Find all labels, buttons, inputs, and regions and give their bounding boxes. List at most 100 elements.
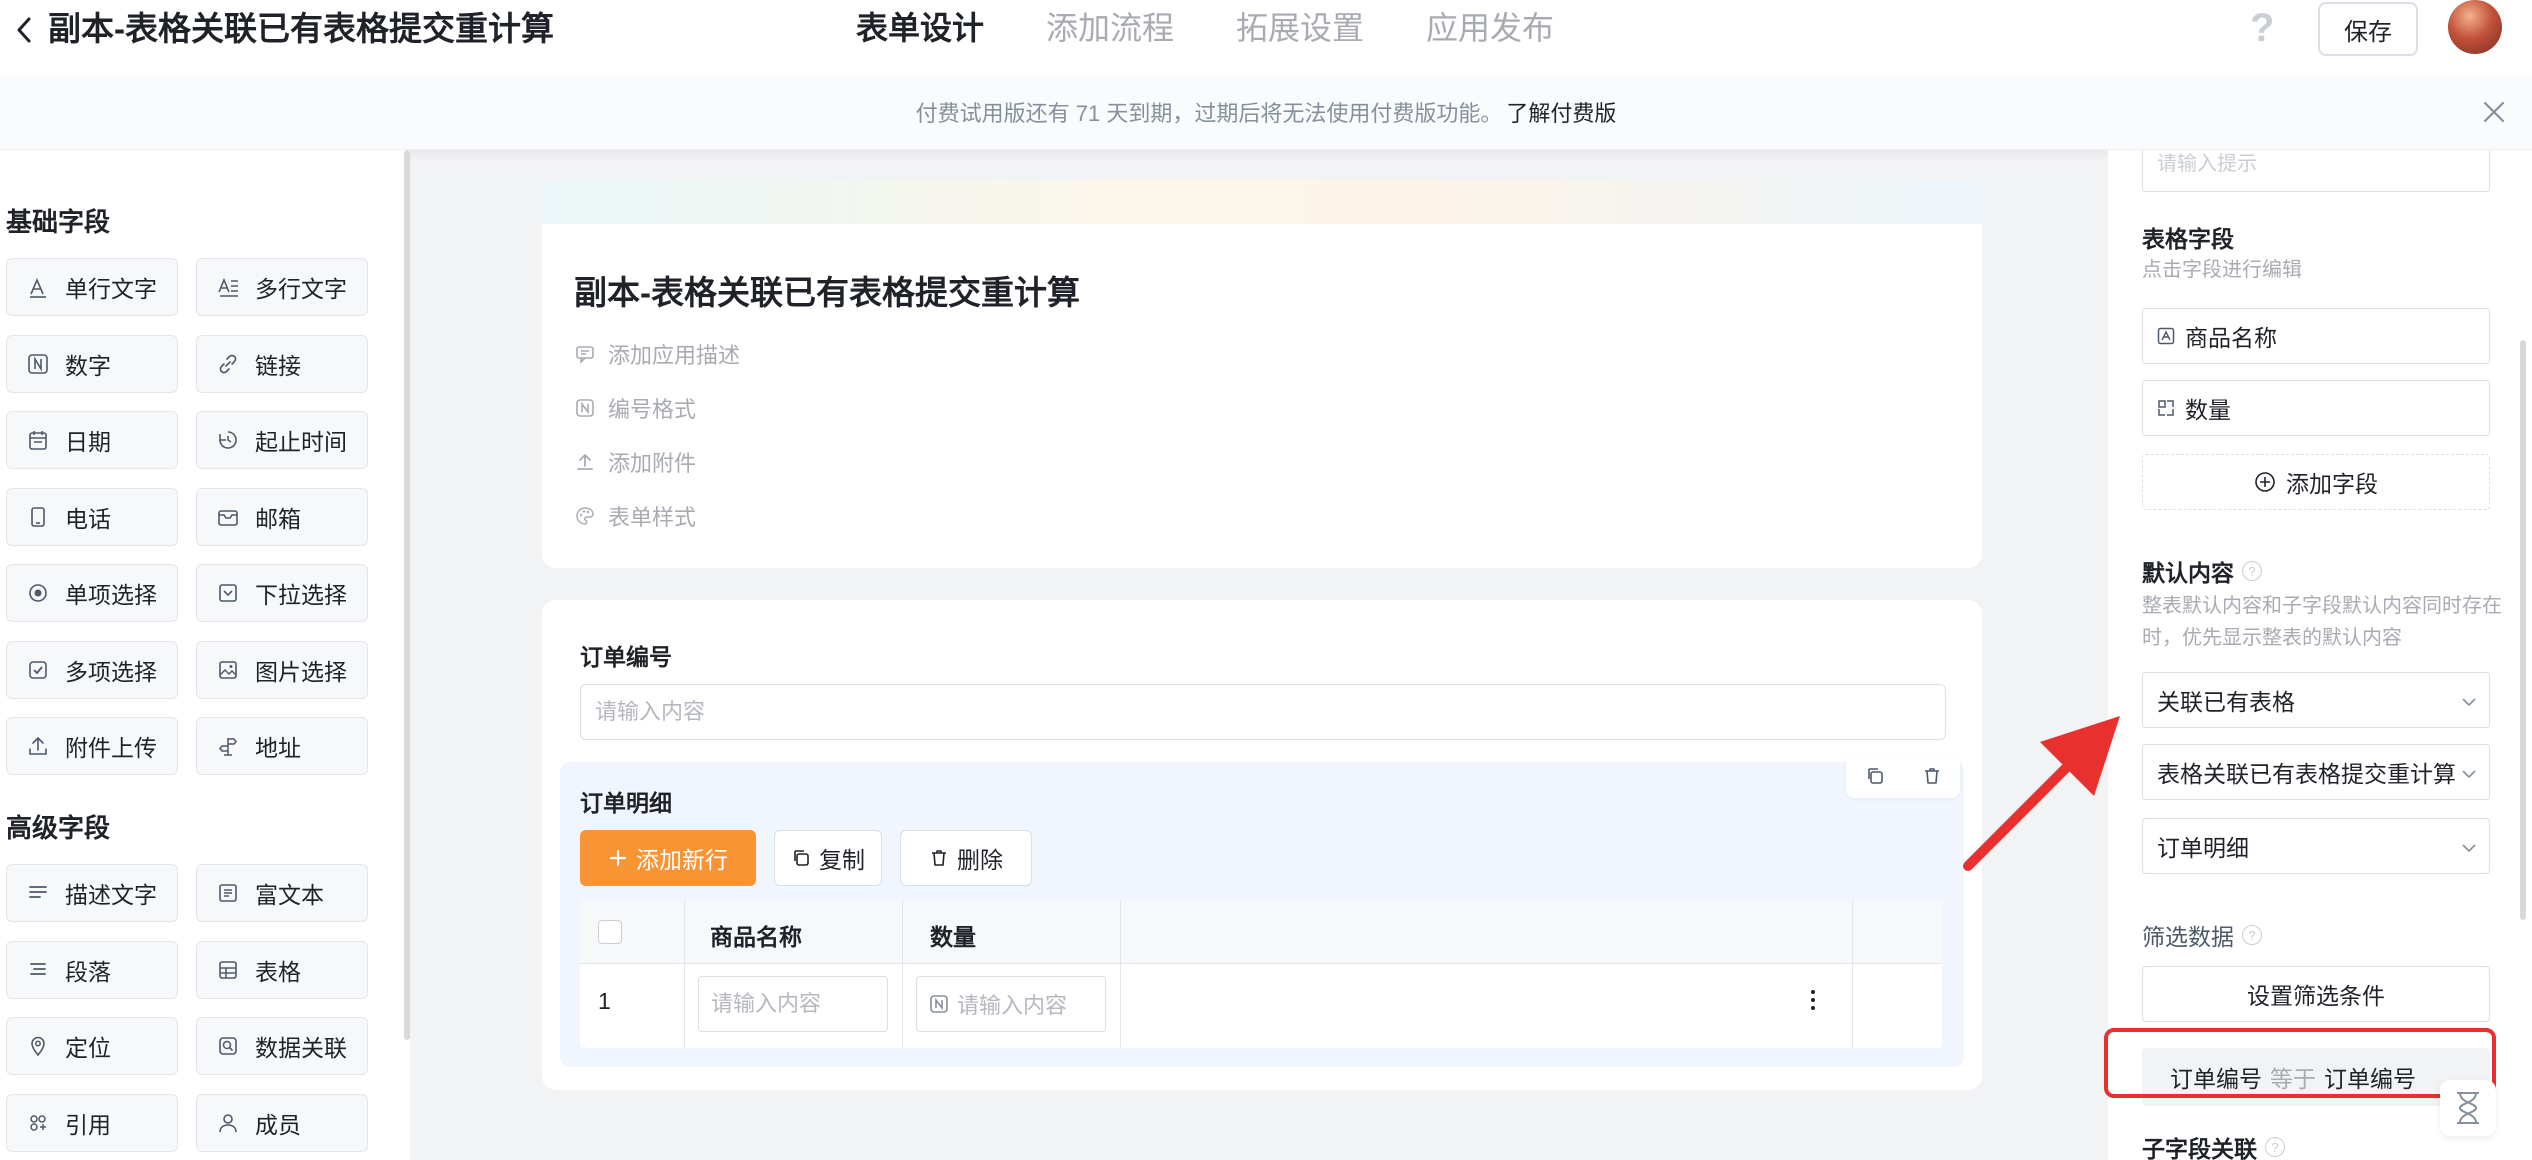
form-banner	[542, 180, 1982, 224]
advanced-field-button[interactable]: 富文本	[196, 864, 368, 922]
table-field-quantity[interactable]: 数量	[2142, 380, 2490, 436]
question-icon[interactable]: ?	[2242, 925, 2262, 945]
column-header-product: 商品名称	[710, 924, 802, 950]
basic-field-button[interactable]: 日期	[6, 411, 178, 469]
help-icon[interactable]: ?	[2250, 6, 2274, 51]
basic-field-button[interactable]: 地址	[196, 717, 368, 775]
text-field-icon	[2157, 327, 2175, 345]
number-format-label: 编号格式	[608, 397, 697, 422]
basic-field-button[interactable]: 附件上传	[6, 717, 178, 775]
filter-left-field: 订单编号	[2170, 1066, 2262, 1092]
advanced-field-button[interactable]: 成员	[196, 1093, 368, 1152]
table-field-label: 数量	[2185, 397, 2231, 423]
advanced-field-button[interactable]: 数据关联	[196, 1017, 368, 1075]
basic-field-button[interactable]: 多行文字	[196, 258, 368, 316]
app-title: 副本-表格关联已有表格提交重计算	[48, 10, 554, 47]
duplicate-icon[interactable]	[1861, 762, 1889, 790]
form-style-link[interactable]: 表单样式	[574, 500, 696, 532]
advanced-field-button[interactable]: 描述文字	[6, 864, 178, 922]
advanced-field-button[interactable]: 引用	[6, 1093, 178, 1152]
field-button-label: 成员	[255, 1111, 301, 1138]
add-row-button[interactable]: 添加新行	[580, 830, 756, 886]
question-icon[interactable]: ?	[2242, 561, 2262, 581]
plus-icon	[608, 848, 628, 868]
save-button[interactable]: 保存	[2318, 2, 2418, 56]
tab-form-design[interactable]: 表单设计	[856, 6, 984, 78]
upload-icon	[574, 451, 596, 473]
filter-condition[interactable]: 订单编号 等于 订单编号	[2142, 1048, 2490, 1106]
tab-extension-settings[interactable]: 拓展设置	[1236, 6, 1364, 50]
back-arrow-icon[interactable]	[8, 14, 40, 46]
form-fields-card: 订单编号 订单明细 添加新行 复制 删除 商品名称 数量 1	[542, 600, 1982, 1090]
advanced-field-button[interactable]: 段落	[6, 940, 178, 999]
basic-field-button[interactable]: 单项选择	[6, 564, 178, 622]
order-no-input[interactable]	[580, 684, 1946, 740]
set-filter-label: 设置筛选条件	[2247, 983, 2385, 1009]
advanced-field-button[interactable]: 定位	[6, 1017, 178, 1075]
left-panel-scrollbar[interactable]	[404, 150, 410, 1040]
advanced-field-button[interactable]: 表格	[196, 940, 368, 999]
table-icon	[215, 957, 241, 983]
form-title[interactable]: 副本-表格关联已有表格提交重计算	[574, 266, 1080, 314]
hourglass-icon[interactable]	[2440, 1080, 2496, 1136]
linked-field-select[interactable]: 订单明细	[2142, 818, 2490, 874]
basic-field-button[interactable]: 单行文字	[6, 258, 178, 316]
properties-panel: 表格字段 点击字段进行编辑 商品名称 数量 添加字段 默认内容 ? 整表默认内容…	[2108, 150, 2532, 1160]
tab-app-publish[interactable]: 应用发布	[1426, 6, 1554, 50]
number-format-icon	[574, 397, 596, 419]
question-icon[interactable]: ?	[2265, 1137, 2285, 1157]
grid-divider	[902, 900, 903, 1048]
avatar[interactable]	[2448, 0, 2502, 54]
copy-button[interactable]: 复制	[774, 830, 882, 886]
add-description-label: 添加应用描述	[608, 343, 741, 368]
default-source-select[interactable]: 关联已有表格	[2142, 672, 2490, 728]
tab-add-process[interactable]: 添加流程	[1046, 6, 1174, 50]
dropdown-icon	[215, 580, 241, 606]
trash-icon[interactable]	[1918, 762, 1946, 790]
delete-button[interactable]: 删除	[900, 830, 1032, 886]
filter-right-field: 订单编号	[2324, 1066, 2416, 1092]
basic-field-button[interactable]: 起止时间	[196, 411, 368, 469]
chevron-down-icon	[2459, 691, 2479, 718]
order-detail-table[interactable]: 订单明细 添加新行 复制 删除 商品名称 数量 1 请输入内容 请输入内容	[560, 754, 1964, 1067]
table-fields-title: 表格字段	[2142, 226, 2234, 252]
number-field-icon	[2157, 399, 2175, 417]
product-name-input[interactable]	[698, 976, 888, 1032]
add-field-button[interactable]: 添加字段	[2142, 454, 2490, 510]
plus-circle-icon	[2254, 471, 2276, 493]
field-button-label: 数据关联	[255, 1035, 347, 1061]
basic-field-button[interactable]: 邮箱	[196, 487, 368, 546]
copy-label: 复制	[819, 847, 865, 873]
chevron-down-icon	[2459, 837, 2479, 864]
number-format-link[interactable]: 编号格式	[574, 392, 696, 424]
order-no-label: 订单编号	[580, 644, 672, 670]
trash-icon	[929, 848, 949, 868]
right-panel-scrollbar[interactable]	[2520, 340, 2526, 920]
reference-icon	[25, 1110, 51, 1136]
basic-field-button[interactable]: 数字	[6, 334, 178, 393]
basic-field-button[interactable]: 下拉选择	[196, 564, 368, 622]
basic-field-button[interactable]: 电话	[6, 487, 178, 546]
upload-icon	[25, 733, 51, 759]
prompt-input[interactable]	[2142, 150, 2490, 192]
basic-field-button[interactable]: 图片选择	[196, 640, 368, 699]
close-icon[interactable]	[2476, 94, 2512, 130]
linked-table-select[interactable]: 表格关联已有表格提交重计算	[2142, 744, 2490, 800]
basic-field-button[interactable]: 多项选择	[6, 640, 178, 699]
filter-data-title: 筛选数据 ?	[2142, 918, 2262, 952]
basic-field-button[interactable]: 链接	[196, 334, 368, 393]
field-button-label: 定位	[65, 1035, 111, 1061]
checkbox-icon	[25, 657, 51, 683]
quantity-input[interactable]: 请输入内容	[916, 976, 1106, 1032]
phone-icon	[25, 504, 51, 530]
trial-notice-text: 付费试用版还有 71 天到期，过期后将无法使用付费版功能。	[915, 100, 1503, 126]
add-description-link[interactable]: 添加应用描述	[574, 338, 740, 370]
table-field-product-name[interactable]: 商品名称	[2142, 308, 2490, 364]
select-all-checkbox[interactable]	[598, 920, 622, 944]
add-attachment-link[interactable]: 添加附件	[574, 446, 696, 478]
field-palette: 基础字段 单行文字 多行文字 数字 链接 日期 起止时间 电话 邮箱 单项选择 下拉选择 多项选择 图…	[0, 150, 410, 1160]
set-filter-button[interactable]: 设置筛选条件	[2142, 966, 2490, 1022]
subtable-actions	[1846, 754, 1960, 798]
learn-paid-link[interactable]: 了解付费版	[1506, 96, 1616, 128]
row-more-icon[interactable]	[1798, 980, 1828, 1020]
